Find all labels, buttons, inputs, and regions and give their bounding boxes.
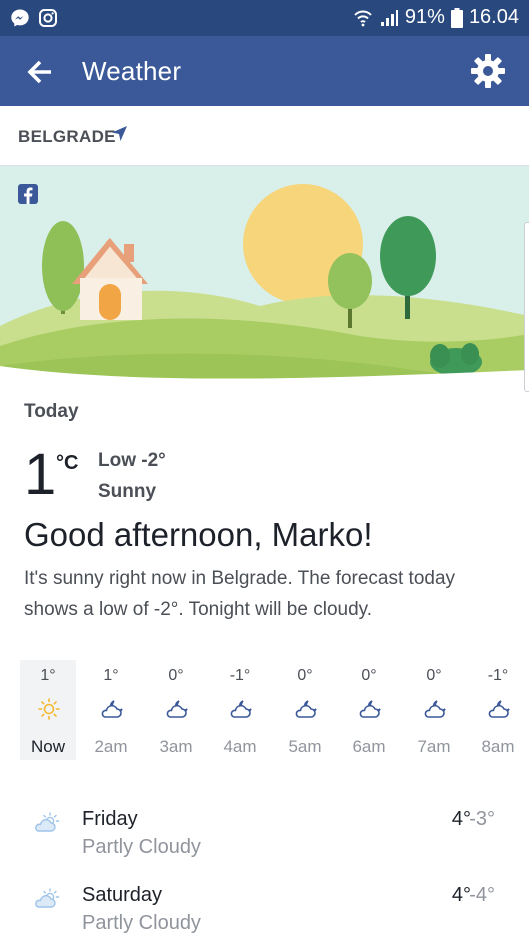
hour-temp: 0° bbox=[361, 667, 377, 684]
day-condition: Partly Cloudy bbox=[82, 912, 201, 934]
scrollbar[interactable] bbox=[524, 222, 529, 392]
moon-cloud-icon bbox=[359, 700, 381, 718]
hour-item[interactable]: -1° 4am bbox=[212, 660, 268, 760]
battery-percent: 91% bbox=[404, 6, 445, 28]
hour-temp: -1° bbox=[229, 667, 251, 684]
day-name: Friday bbox=[82, 808, 138, 830]
hour-item[interactable]: 0° 5am bbox=[277, 660, 333, 760]
moon-cloud-icon bbox=[488, 700, 510, 718]
daily-forecast-row[interactable]: Saturday Partly Cloudy 4° -4° bbox=[0, 884, 529, 940]
instagram-icon bbox=[39, 9, 57, 27]
location-arrow-icon bbox=[112, 126, 127, 141]
hour-label: 4am bbox=[223, 737, 257, 756]
hour-temp: 0° bbox=[168, 667, 184, 684]
location-selector[interactable]: BELGRADE bbox=[0, 106, 529, 166]
settings-button[interactable] bbox=[469, 52, 507, 90]
page-title: Weather bbox=[82, 56, 182, 86]
weather-illustration bbox=[0, 166, 529, 390]
hour-label: 5am bbox=[288, 737, 322, 756]
hour-item[interactable]: 1° 2am bbox=[83, 660, 139, 760]
wifi-icon bbox=[354, 10, 372, 26]
day-name: Saturday bbox=[82, 884, 163, 906]
messenger-icon bbox=[11, 9, 29, 27]
greeting: Good afternoon, Marko! bbox=[24, 516, 373, 553]
moon-cloud-icon bbox=[101, 700, 123, 718]
today-label: Today bbox=[24, 401, 79, 422]
battery-icon bbox=[450, 7, 463, 28]
hour-temp: 1° bbox=[103, 667, 119, 684]
hour-label: 8am bbox=[481, 737, 515, 756]
partly-cloudy-icon bbox=[35, 888, 60, 908]
moon-cloud-icon bbox=[295, 700, 317, 718]
current-condition: Sunny bbox=[98, 481, 157, 502]
hour-label: 6am bbox=[352, 737, 386, 756]
location-name: BELGRADE bbox=[18, 127, 116, 146]
daily-forecast-row[interactable]: Friday Partly Cloudy 4° -3° bbox=[0, 808, 529, 878]
facebook-logo-icon bbox=[18, 184, 38, 204]
hour-temp: 1° bbox=[40, 667, 56, 684]
hour-temp: 0° bbox=[297, 667, 313, 684]
arrow-left-icon bbox=[27, 60, 51, 84]
moon-cloud-icon bbox=[230, 700, 252, 718]
day-high: 4° bbox=[451, 808, 471, 830]
day-low: -4° bbox=[469, 884, 495, 906]
hour-label: Now bbox=[30, 737, 65, 756]
hour-item[interactable]: 1° Now bbox=[20, 660, 76, 760]
hour-label: 2am bbox=[94, 737, 128, 756]
clock: 16.04 bbox=[468, 6, 519, 28]
hour-temp: 0° bbox=[426, 667, 442, 684]
day-condition: Partly Cloudy bbox=[82, 836, 201, 858]
app-bar: Weather bbox=[0, 36, 529, 106]
day-low: -3° bbox=[469, 808, 495, 830]
hour-item[interactable]: 0° 7am bbox=[406, 660, 462, 760]
hour-item[interactable]: 0° 3am bbox=[148, 660, 204, 760]
current-temperature: 1 bbox=[24, 442, 57, 507]
partly-cloudy-icon bbox=[35, 812, 60, 832]
sun-icon bbox=[38, 698, 60, 720]
hour-item[interactable]: -1° 8am bbox=[470, 660, 526, 760]
hourly-forecast: 1° Now 1° 2am 0° 3am -1° 4am 0° 5am 0° 6… bbox=[18, 660, 518, 760]
low-temperature: Low -2° bbox=[98, 450, 166, 471]
day-high: 4° bbox=[451, 884, 471, 906]
signal-icon bbox=[380, 9, 398, 26]
back-button[interactable] bbox=[22, 54, 58, 90]
hour-label: 3am bbox=[159, 737, 193, 756]
moon-cloud-icon bbox=[166, 700, 188, 718]
hour-label: 7am bbox=[417, 737, 451, 756]
status-bar: 91% 16.04 bbox=[0, 0, 529, 36]
moon-cloud-icon bbox=[424, 700, 446, 718]
hour-item[interactable]: 0° 6am bbox=[341, 660, 397, 760]
hour-temp: -1° bbox=[487, 667, 509, 684]
forecast-summary: It's sunny right now in Belgrade. The fo… bbox=[24, 568, 456, 620]
temperature-unit: °C bbox=[56, 452, 79, 474]
